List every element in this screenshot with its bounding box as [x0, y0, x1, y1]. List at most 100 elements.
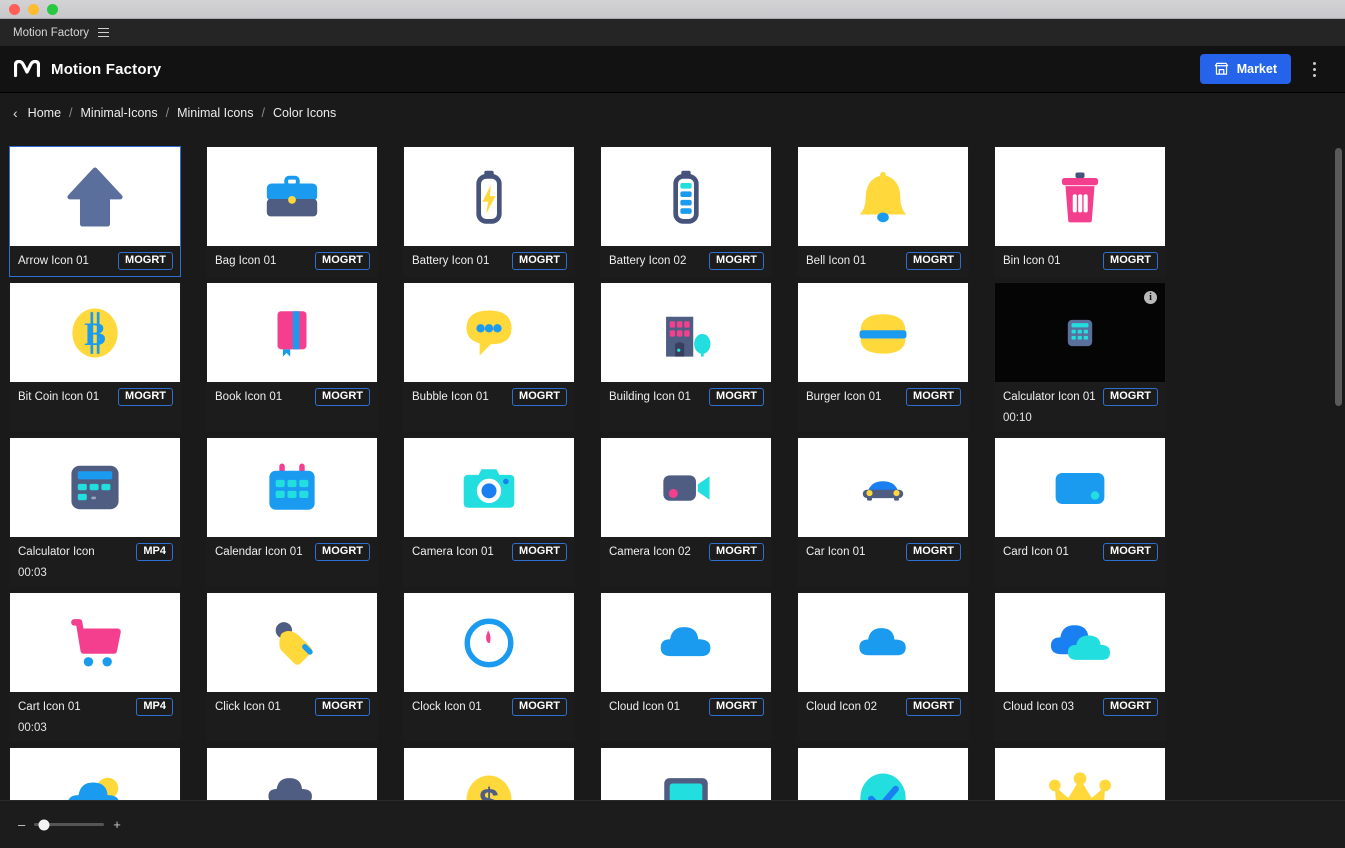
asset-format-badge[interactable]: MOGRT: [315, 698, 370, 716]
asset-thumbnail[interactable]: [995, 748, 1165, 800]
asset-card[interactable]: Cloud Icon 02 MOGRT: [797, 592, 969, 742]
asset-thumbnail[interactable]: [995, 593, 1165, 692]
asset-thumbnail[interactable]: [10, 147, 180, 246]
asset-card[interactable]: Cloud Icon 01 MOGRT: [600, 592, 772, 742]
asset-format-badge[interactable]: MOGRT: [118, 252, 173, 270]
breadcrumb-item-home[interactable]: Home: [28, 106, 61, 120]
hamburger-icon[interactable]: [98, 27, 110, 38]
asset-format-badge[interactable]: MOGRT: [118, 388, 173, 406]
asset-card[interactable]: Calculator Icon MP4 00:03: [9, 437, 181, 587]
asset-card[interactable]: Click Icon 01 MOGRT: [206, 592, 378, 742]
asset-format-badge[interactable]: MOGRT: [315, 543, 370, 561]
vertical-scrollbar-thumb[interactable]: [1335, 148, 1342, 406]
asset-format-badge[interactable]: MOGRT: [1103, 252, 1158, 270]
asset-thumbnail[interactable]: B: [10, 283, 180, 382]
asset-format-badge[interactable]: MOGRT: [512, 252, 567, 270]
asset-card[interactable]: B Bit Coin Icon 01 MOGRT: [9, 282, 181, 432]
asset-thumbnail[interactable]: [404, 593, 574, 692]
market-button[interactable]: Market: [1199, 54, 1291, 84]
zoom-in-button[interactable]: +: [113, 818, 121, 831]
kebab-menu-icon[interactable]: [1301, 54, 1327, 84]
asset-card[interactable]: [797, 747, 969, 800]
asset-card[interactable]: Camera Icon 01 MOGRT: [403, 437, 575, 587]
asset-format-badge[interactable]: MOGRT: [709, 388, 764, 406]
asset-thumbnail[interactable]: [207, 283, 377, 382]
asset-card[interactable]: [206, 747, 378, 800]
info-icon[interactable]: i: [1144, 291, 1157, 304]
asset-format-badge[interactable]: MOGRT: [1103, 388, 1158, 406]
zoom-out-button[interactable]: –: [18, 818, 25, 831]
asset-format-badge[interactable]: MOGRT: [906, 698, 961, 716]
asset-format-badge[interactable]: MP4: [136, 543, 173, 561]
asset-thumbnail[interactable]: [601, 283, 771, 382]
close-window-button[interactable]: [9, 3, 20, 15]
asset-thumbnail[interactable]: [10, 593, 180, 692]
asset-grid-scroll-area[interactable]: Arrow Icon 01 MOGRT Bag Icon 01 MOGRT Batter…: [0, 132, 1345, 800]
asset-thumbnail[interactable]: [601, 147, 771, 246]
asset-thumbnail[interactable]: [207, 438, 377, 537]
asset-format-badge[interactable]: MOGRT: [906, 388, 961, 406]
asset-thumbnail[interactable]: [798, 438, 968, 537]
asset-thumbnail[interactable]: [798, 748, 968, 800]
chevron-left-icon[interactable]: ‹: [13, 106, 18, 120]
asset-card[interactable]: Bell Icon 01 MOGRT: [797, 146, 969, 277]
asset-format-badge[interactable]: MOGRT: [906, 252, 961, 270]
asset-thumbnail[interactable]: [207, 147, 377, 246]
asset-card[interactable]: [9, 747, 181, 800]
asset-card[interactable]: Bin Icon 01 MOGRT: [994, 146, 1166, 277]
asset-card[interactable]: Bag Icon 01 MOGRT: [206, 146, 378, 277]
asset-card[interactable]: Car Icon 01 MOGRT: [797, 437, 969, 587]
asset-card[interactable]: Battery Icon 02 MOGRT: [600, 146, 772, 277]
breadcrumb-item-minimal-icons-2[interactable]: Minimal Icons: [177, 106, 253, 120]
asset-card[interactable]: Bubble Icon 01 MOGRT: [403, 282, 575, 432]
asset-card[interactable]: Calendar Icon 01 MOGRT: [206, 437, 378, 587]
asset-card[interactable]: Building Icon 01 MOGRT: [600, 282, 772, 432]
asset-card[interactable]: Card Icon 01 MOGRT: [994, 437, 1166, 587]
asset-thumbnail[interactable]: [601, 593, 771, 692]
asset-format-badge[interactable]: MOGRT: [1103, 698, 1158, 716]
asset-card[interactable]: i Calculator Icon 01 MOGRT 00:10: [994, 282, 1166, 432]
asset-card[interactable]: [994, 747, 1166, 800]
asset-thumbnail[interactable]: [995, 283, 1165, 382]
asset-format-badge[interactable]: MOGRT: [512, 698, 567, 716]
asset-format-badge[interactable]: MOGRT: [315, 252, 370, 270]
asset-format-badge[interactable]: MOGRT: [1103, 543, 1158, 561]
thumbnail-size-slider[interactable]: [34, 819, 105, 830]
asset-card[interactable]: Camera Icon 02 MOGRT: [600, 437, 772, 587]
asset-thumbnail[interactable]: [207, 593, 377, 692]
asset-format-badge[interactable]: MOGRT: [512, 543, 567, 561]
breadcrumb-item-minimal-icons[interactable]: Minimal-Icons: [81, 106, 158, 120]
asset-card[interactable]: Cart Icon 01 MP4 00:03: [9, 592, 181, 742]
asset-format-badge[interactable]: MOGRT: [709, 543, 764, 561]
asset-card[interactable]: Book Icon 01 MOGRT: [206, 282, 378, 432]
vertical-scrollbar[interactable]: [1335, 136, 1342, 796]
asset-thumbnail[interactable]: [798, 593, 968, 692]
thumbnail-size-slider-knob[interactable]: [38, 819, 50, 830]
asset-card[interactable]: Burger Icon 01 MOGRT: [797, 282, 969, 432]
asset-card[interactable]: Clock Icon 01 MOGRT: [403, 592, 575, 742]
asset-thumbnail[interactable]: [207, 748, 377, 800]
breadcrumb-item-color-icons[interactable]: Color Icons: [273, 106, 336, 120]
asset-format-badge[interactable]: MOGRT: [512, 388, 567, 406]
asset-card[interactable]: $: [403, 747, 575, 800]
asset-thumbnail[interactable]: [404, 147, 574, 246]
asset-format-badge[interactable]: MOGRT: [315, 388, 370, 406]
asset-card[interactable]: Cloud Icon 03 MOGRT: [994, 592, 1166, 742]
minimize-window-button[interactable]: [28, 3, 39, 15]
asset-thumbnail[interactable]: [798, 147, 968, 246]
asset-thumbnail[interactable]: [601, 748, 771, 800]
asset-format-badge[interactable]: MOGRT: [709, 698, 764, 716]
asset-card[interactable]: Arrow Icon 01 MOGRT: [9, 146, 181, 277]
asset-thumbnail[interactable]: [601, 438, 771, 537]
asset-format-badge[interactable]: MOGRT: [906, 543, 961, 561]
asset-thumbnail[interactable]: [995, 438, 1165, 537]
asset-thumbnail[interactable]: [404, 438, 574, 537]
asset-thumbnail[interactable]: [404, 283, 574, 382]
asset-thumbnail[interactable]: [798, 283, 968, 382]
asset-thumbnail[interactable]: [10, 748, 180, 800]
asset-format-badge[interactable]: MP4: [136, 698, 173, 716]
maximize-window-button[interactable]: [47, 3, 58, 15]
asset-card[interactable]: Battery Icon 01 MOGRT: [403, 146, 575, 277]
asset-format-badge[interactable]: MOGRT: [709, 252, 764, 270]
asset-thumbnail[interactable]: [10, 438, 180, 537]
